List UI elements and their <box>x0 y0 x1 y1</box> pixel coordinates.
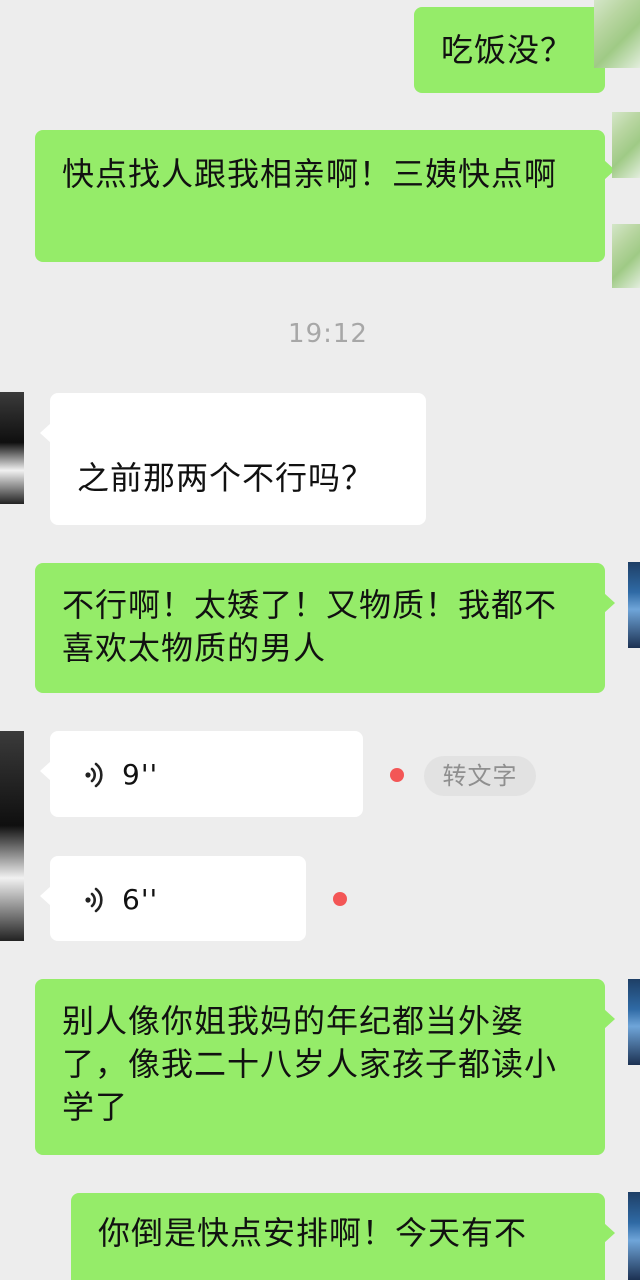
outgoing-message-bubble[interactable]: 快点找人跟我相亲啊！三姨快点啊 <box>35 130 615 262</box>
avatar[interactable] <box>628 979 640 1065</box>
outgoing-message-bubble[interactable]: 不行啊！太矮了！又物质！我都不喜欢太物质的男人 <box>35 563 615 693</box>
avatar[interactable] <box>628 1192 640 1280</box>
message-timestamp: 19:12 <box>288 319 368 349</box>
message-text: 你倒是快点安排啊！今天有不 <box>98 1214 528 1252</box>
voice-duration: 9'' <box>122 758 159 791</box>
voice-wave-icon <box>85 762 103 788</box>
unread-indicator <box>333 892 347 906</box>
incoming-message-bubble[interactable]: 之前那两个不行吗？ <box>40 393 426 525</box>
unread-indicator <box>390 768 404 782</box>
avatar[interactable] <box>612 224 640 288</box>
transcribe-button[interactable]: 转文字 <box>424 756 536 796</box>
message-text: 不行啊！太矮了！又物质！我都不喜欢太物质的男人 <box>62 586 558 667</box>
message-text: 吃饭没？ <box>441 31 574 69</box>
avatar[interactable] <box>594 0 640 68</box>
message-text: 别人像你姐我妈的年纪都当外婆了，像我二十八岁人家孩子都读小学了 <box>62 1002 558 1126</box>
voice-message-bubble[interactable]: 6'' <box>40 856 306 941</box>
avatar[interactable] <box>0 392 24 504</box>
outgoing-message-bubble[interactable]: 别人像你姐我妈的年纪都当外婆了，像我二十八岁人家孩子都读小学了 <box>35 979 615 1155</box>
message-text: 快点找人跟我相亲啊！三姨快点啊 <box>62 155 558 193</box>
message-text: 之前那两个不行吗？ <box>77 459 375 497</box>
avatar[interactable] <box>628 562 640 648</box>
chat-view[interactable]: 吃饭没？ 快点找人跟我相亲啊！三姨快点啊 19:12 之前那两个不行吗？ 不行啊… <box>0 0 640 1280</box>
voice-message-bubble[interactable]: 9'' <box>40 731 363 817</box>
outgoing-message-bubble[interactable]: 吃饭没？ <box>414 7 615 93</box>
outgoing-message-bubble[interactable]: 你倒是快点安排啊！今天有不 <box>71 1193 615 1280</box>
avatar[interactable] <box>612 112 640 178</box>
voice-wave-icon <box>85 887 103 913</box>
avatar[interactable] <box>0 731 24 941</box>
voice-duration: 6'' <box>122 883 159 916</box>
